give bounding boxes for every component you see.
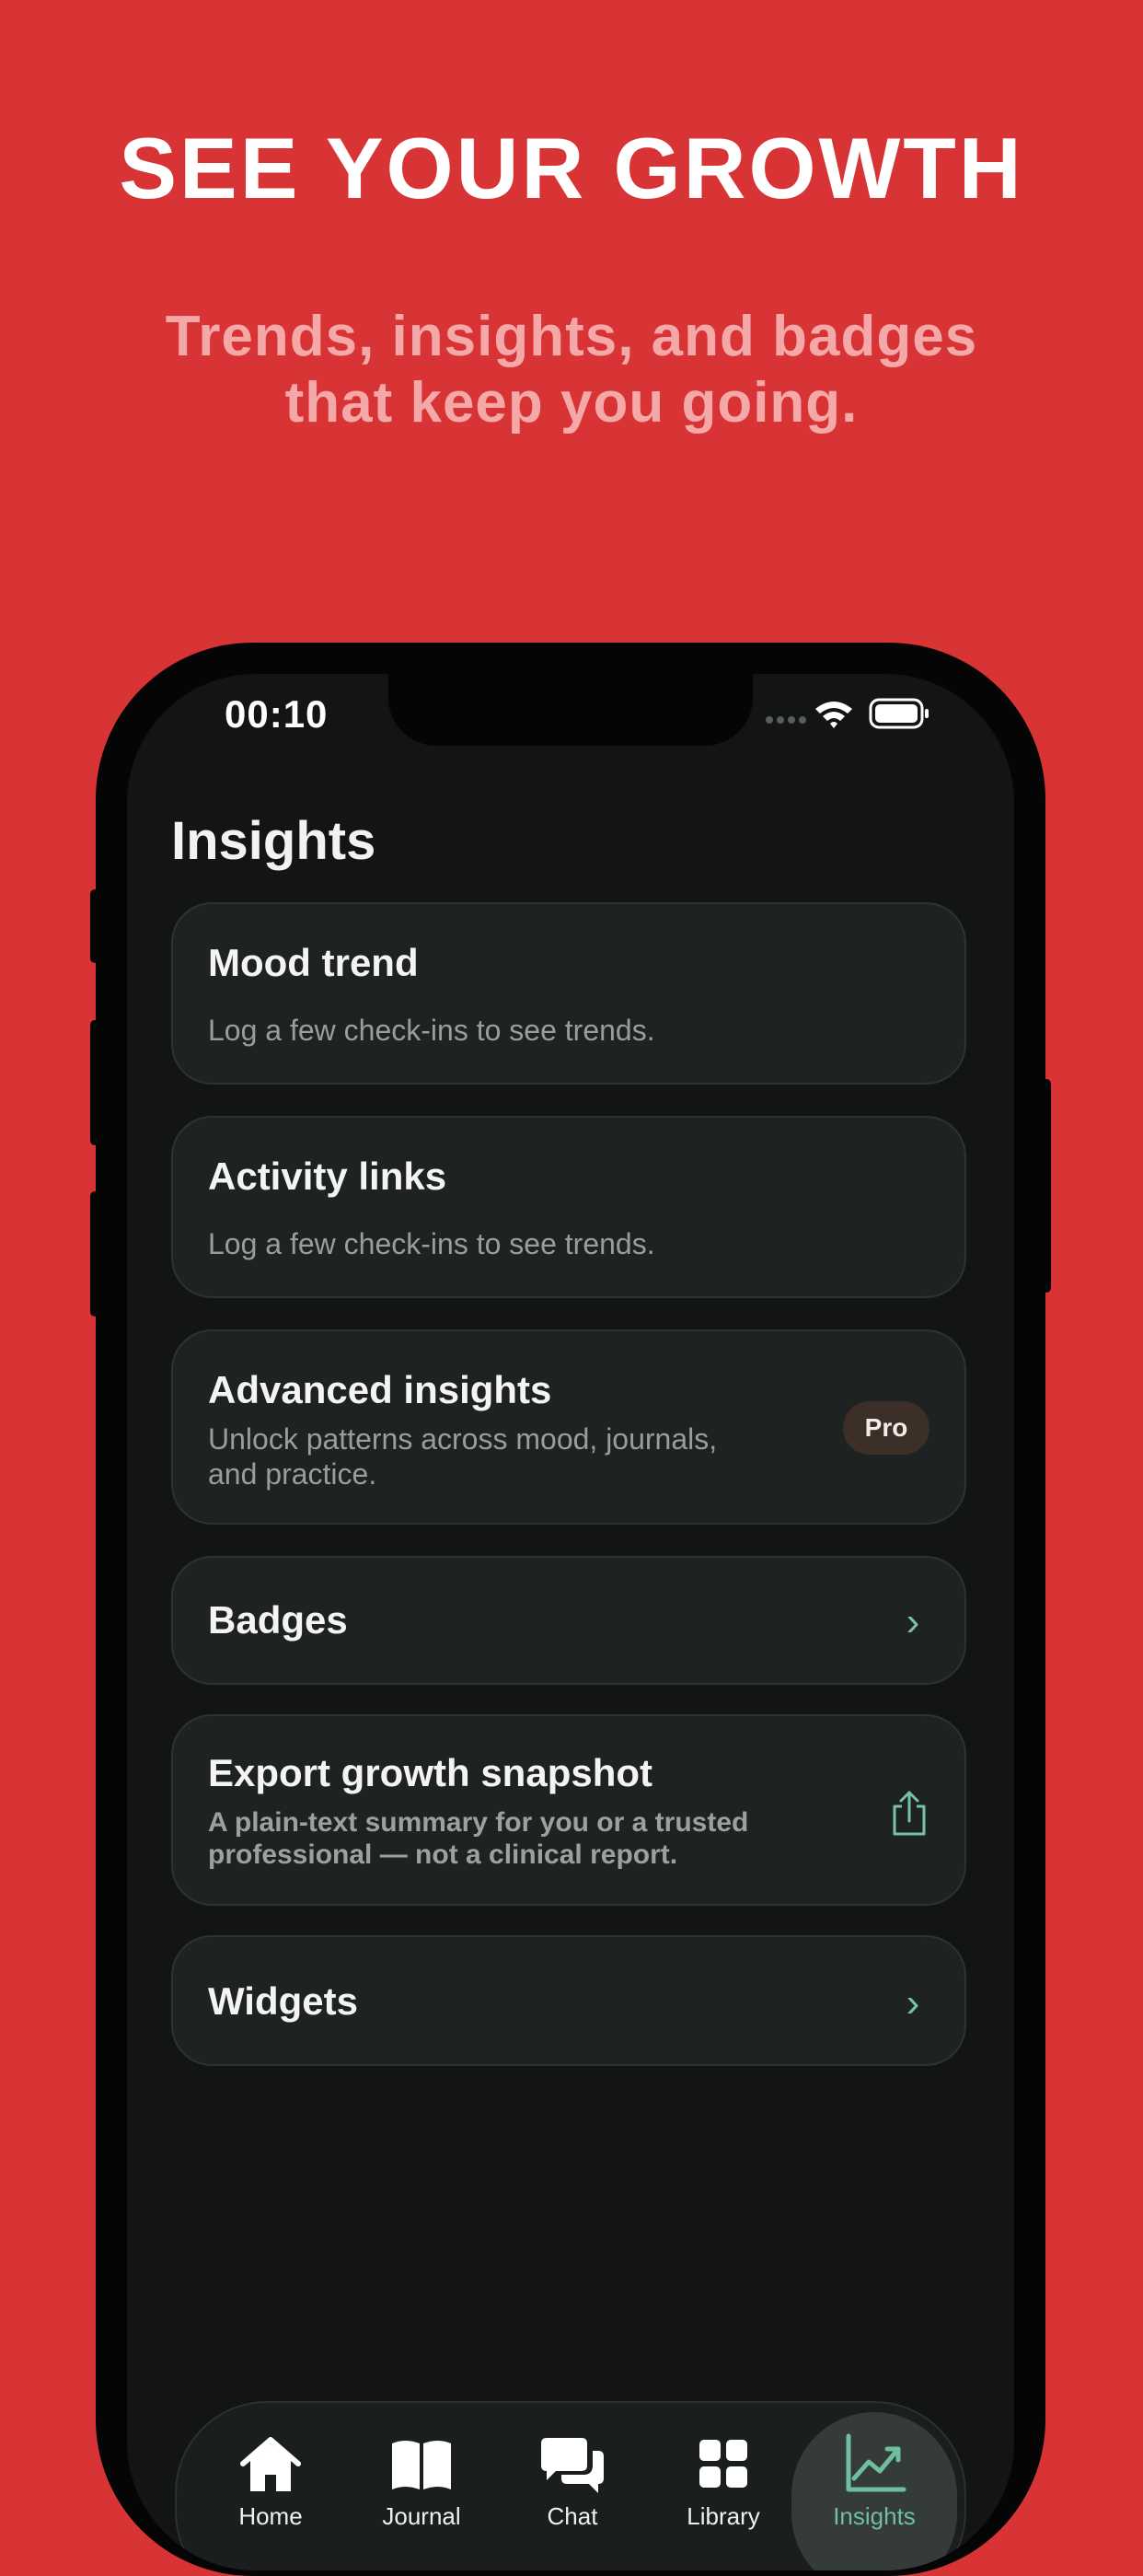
- chart-trend-icon: [846, 2433, 906, 2492]
- promo-subhead-line-1: Trends, insights, and badges: [165, 305, 978, 368]
- card-subtitle-line-1: Unlock patterns across mood, journals,: [208, 1422, 718, 1456]
- status-indicators: [758, 690, 942, 737]
- share-icon[interactable]: [889, 1790, 929, 1838]
- tab-bar: Home Journal Chat Library Insights: [175, 2401, 966, 2570]
- tab-library[interactable]: Library: [648, 2412, 799, 2570]
- tab-journal[interactable]: Journal: [346, 2412, 497, 2570]
- card-subtitle: A plain-text summary for you or a truste…: [208, 1806, 748, 1871]
- card-title: Mood trend: [208, 941, 419, 984]
- pro-badge: Pro: [843, 1401, 929, 1455]
- export-snapshot-card[interactable]: Export growth snapshot A plain-text summ…: [171, 1714, 966, 1906]
- tab-label: Library: [687, 2502, 760, 2530]
- signal-icon: [766, 698, 929, 729]
- card-title: Widgets: [208, 1979, 358, 2023]
- promo-subhead: Trends, insights, and badges that keep y…: [0, 304, 1143, 436]
- mood-trend-card[interactable]: Mood trend Log a few check-ins to see tr…: [171, 902, 966, 1085]
- phone-power-button: [1042, 1079, 1051, 1293]
- promo-headline: SEE YOUR GROWTH: [119, 120, 1024, 216]
- house-icon: [240, 2437, 301, 2491]
- chat-bubbles-icon: [541, 2438, 604, 2493]
- notch: [388, 674, 753, 746]
- tab-label: Insights: [833, 2502, 916, 2530]
- card-subtitle: Unlock patterns across mood, journals, a…: [208, 1421, 717, 1491]
- phone-volume-up-button: [90, 1020, 99, 1145]
- phone-screen: 00:10 Insights Mood trend Log a few chec…: [127, 674, 1014, 2570]
- activity-links-card[interactable]: Activity links Log a few check-ins to se…: [171, 1116, 966, 1298]
- battery-icon: [869, 698, 929, 729]
- grid-icon: [699, 2440, 747, 2488]
- card-title: Badges: [208, 1598, 348, 1642]
- badges-card[interactable]: Badges ›: [171, 1556, 966, 1685]
- tab-insights[interactable]: Insights: [791, 2412, 957, 2570]
- book-icon: [392, 2441, 451, 2489]
- card-title: Advanced insights: [208, 1368, 552, 1411]
- chevron-right-icon: ›: [906, 1980, 920, 2025]
- card-title: Export growth snapshot: [208, 1751, 652, 1794]
- phone-silent-switch: [90, 889, 99, 963]
- phone-frame: 00:10 Insights Mood trend Log a few chec…: [90, 643, 1051, 2576]
- tab-home[interactable]: Home: [195, 2412, 346, 2570]
- status-time: 00:10: [225, 692, 329, 736]
- advanced-insights-card[interactable]: Advanced insights Unlock patterns across…: [171, 1329, 966, 1525]
- tab-label: Journal: [382, 2502, 461, 2530]
- card-subtitle: Log a few check-ins to see trends.: [208, 1014, 655, 1047]
- card-subtitle: Log a few check-ins to see trends.: [208, 1227, 655, 1260]
- widgets-card[interactable]: Widgets ›: [171, 1935, 966, 2066]
- chevron-right-icon: ›: [906, 1599, 920, 1644]
- phone-volume-down-button: [90, 1191, 99, 1317]
- tab-chat[interactable]: Chat: [497, 2412, 648, 2570]
- card-subtitle-line-2: and practice.: [208, 1457, 377, 1491]
- page-title: Insights: [171, 811, 376, 871]
- card-subtitle-line-2: professional — not a clinical report.: [208, 1839, 678, 1870]
- promo-subhead-line-2: that keep you going.: [284, 371, 859, 435]
- wifi-icon: [815, 702, 852, 728]
- tab-label: Home: [238, 2502, 303, 2530]
- card-subtitle-line-1: A plain-text summary for you or a truste…: [208, 1807, 749, 1838]
- tab-label: Chat: [547, 2502, 598, 2530]
- card-title: Activity links: [208, 1155, 447, 1198]
